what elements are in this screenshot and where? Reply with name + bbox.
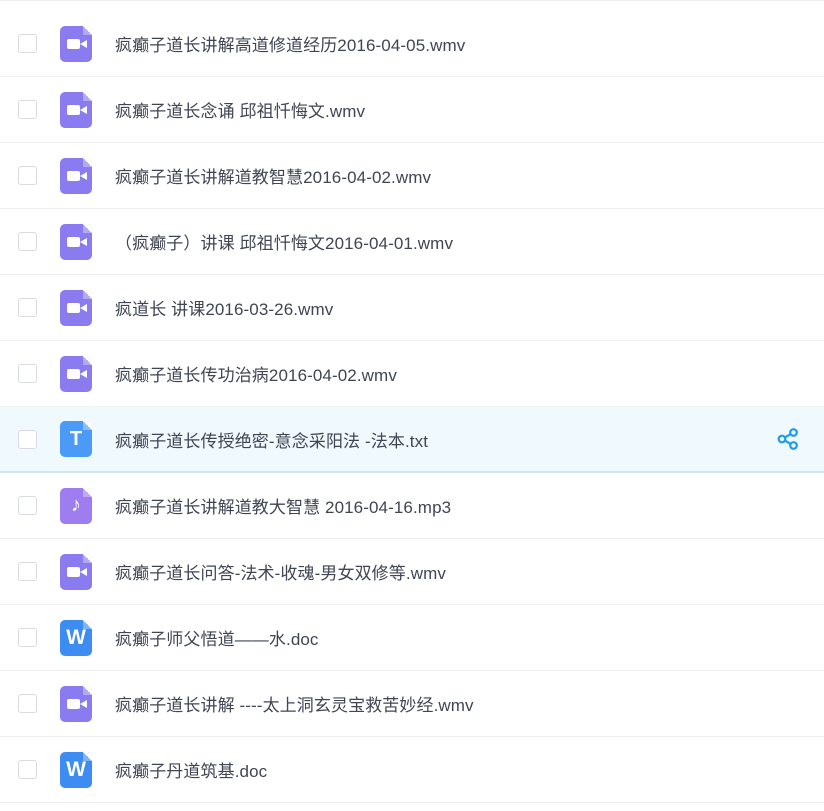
file-row[interactable]: W 疯癫子丹道筑基.doc [0, 737, 824, 803]
file-name[interactable]: 疯癫子师父悟道——水.doc [115, 625, 319, 650]
audio-file-icon: ♪ [60, 487, 92, 524]
file-checkbox[interactable] [18, 298, 37, 317]
file-list: 疯癫子道长讲解高道修道经历2016-04-05.wmv 疯癫子道长念诵 邱祖忏悔… [0, 0, 824, 811]
video-file-icon [60, 355, 92, 392]
file-name[interactable]: 疯癫子道长念诵 邱祖忏悔文.wmv [115, 97, 365, 122]
video-file-icon [60, 289, 92, 326]
file-checkbox[interactable] [18, 364, 37, 383]
file-name[interactable]: 疯癫子道长传功治病2016-04-02.wmv [115, 361, 397, 386]
video-file-icon [60, 223, 92, 260]
file-row[interactable]: （疯癫子）讲课 邱祖忏悔文2016-04-01.wmv [0, 209, 824, 275]
file-row[interactable]: 疯癫子道长念诵 邱祖忏悔文.wmv [0, 77, 824, 143]
file-row[interactable]: 疯癫子道长讲解 ----太上洞玄灵宝救苦妙经.wmv [0, 671, 824, 737]
file-checkbox[interactable] [18, 760, 37, 779]
text-file-icon: T [60, 421, 92, 457]
file-checkbox[interactable] [18, 34, 37, 53]
video-file-icon [60, 685, 92, 722]
video-file-icon [60, 91, 92, 128]
file-row[interactable]: 疯癫子道长讲解道教智慧2016-04-02.wmv [0, 143, 824, 209]
file-row[interactable]: ♪ 疯癫子道长讲解道教大智慧 2016-04-16.mp3 [0, 473, 824, 539]
file-row[interactable]: 疯癫子道长问答-法术-收魂-男女双修等.wmv [0, 539, 824, 605]
file-checkbox[interactable] [18, 694, 37, 713]
word-file-icon: W [60, 751, 92, 788]
file-row[interactable]: 疯癫子道长传功治病2016-04-02.wmv [0, 341, 824, 407]
file-checkbox[interactable] [18, 100, 37, 119]
file-checkbox[interactable] [18, 496, 37, 515]
file-row[interactable]: 疯道长 讲课2016-03-26.wmv [0, 275, 824, 341]
file-checkbox[interactable] [18, 166, 37, 185]
file-checkbox[interactable] [18, 429, 37, 449]
file-name[interactable]: 疯癫子道长讲解高道修道经历2016-04-05.wmv [115, 31, 465, 56]
file-name[interactable]: 疯道长 讲课2016-03-26.wmv [115, 295, 333, 320]
file-row[interactable]: W 疯癫子师父悟道——水.doc [0, 605, 824, 671]
video-file-icon [60, 25, 92, 62]
file-name[interactable]: 疯癫子道长讲解道教智慧2016-04-02.wmv [115, 163, 431, 188]
file-row-hovered[interactable]: T 疯癫子道长传授绝密-意念采阳法 -法本.txt [0, 407, 824, 473]
share-icon[interactable] [776, 427, 800, 451]
file-name[interactable]: 疯癫子道长讲解 ----太上洞玄灵宝救苦妙经.wmv [115, 691, 474, 716]
word-file-icon: W [60, 619, 92, 656]
file-checkbox[interactable] [18, 562, 37, 581]
file-name[interactable]: 疯癫子道长问答-法术-收魂-男女双修等.wmv [115, 559, 446, 584]
file-checkbox[interactable] [18, 232, 37, 251]
file-name[interactable]: 疯癫子道长讲解道教大智慧 2016-04-16.mp3 [115, 493, 451, 518]
video-file-icon [60, 157, 92, 194]
file-name[interactable]: （疯癫子）讲课 邱祖忏悔文2016-04-01.wmv [115, 229, 453, 254]
file-checkbox[interactable] [18, 628, 37, 647]
file-row[interactable]: 疯癫子道长讲解高道修道经历2016-04-05.wmv [0, 11, 824, 77]
file-name[interactable]: 疯癫子丹道筑基.doc [115, 757, 267, 782]
video-file-icon [60, 553, 92, 590]
file-name[interactable]: 疯癫子道长传授绝密-意念采阳法 -法本.txt [115, 427, 428, 452]
